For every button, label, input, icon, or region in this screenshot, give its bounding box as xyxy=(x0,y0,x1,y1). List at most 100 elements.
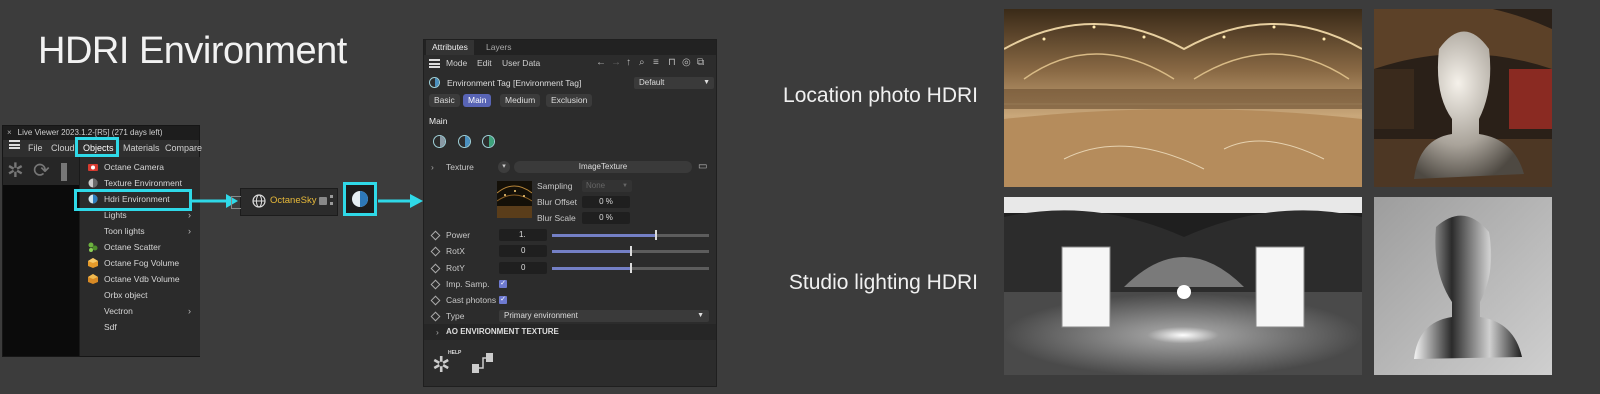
roty-row: RotY 0 xyxy=(424,260,716,276)
power-slider-knob[interactable] xyxy=(654,230,657,240)
refresh-icon[interactable]: ⟳ xyxy=(33,161,53,181)
subtab-bar: Basic Main Medium Exclusion xyxy=(424,94,716,110)
cast-photons-checkbox[interactable]: ✓ xyxy=(499,296,507,304)
keyframe-diamond-icon[interactable] xyxy=(430,295,441,306)
octane-logo-icon[interactable]: ✲ xyxy=(7,161,27,181)
hamburger-menu-icon[interactable] xyxy=(429,59,440,68)
subtab-basic[interactable]: Basic xyxy=(429,94,460,107)
target-icon[interactable]: ◎ xyxy=(682,55,691,71)
imp-samp-row: Imp. Samp. ✓ xyxy=(424,276,716,292)
chevron-down-icon: ▼ xyxy=(697,312,704,319)
chevron-right-icon: › xyxy=(188,226,191,236)
vdb-volume-icon xyxy=(88,274,98,284)
objects-menu-highlight xyxy=(75,137,119,157)
type-select[interactable]: Primary environment ▼ xyxy=(499,310,709,322)
menu-edit[interactable]: Edit xyxy=(477,55,492,71)
caption-studio-hdri: Studio lighting HDRI xyxy=(788,271,978,294)
ao-environment-section[interactable]: › AO ENVIRONMENT TEXTURE xyxy=(424,324,716,340)
location-hdri-image xyxy=(1004,9,1362,187)
menu-item-toon-lights[interactable]: Toon lights › xyxy=(80,223,197,239)
preset-select[interactable]: Default ▼ xyxy=(634,77,714,89)
roty-slider-knob[interactable] xyxy=(629,263,632,273)
menu-item-sdf[interactable]: Sdf xyxy=(80,319,197,335)
texture-value[interactable]: ImageTexture xyxy=(514,161,692,173)
attributes-menubar: Mode Edit User Data ← → ↑ ⌕ ≡ ⊓ ◎ ⧉ xyxy=(424,55,716,71)
texture-menu-button[interactable]: ▾ xyxy=(498,161,510,173)
imp-samp-checkbox[interactable]: ✓ xyxy=(499,280,507,288)
new-window-icon[interactable]: ⧉ xyxy=(697,55,704,71)
environment-tag-icon xyxy=(429,77,440,88)
hdri-environment-icon[interactable] xyxy=(458,135,471,148)
search-icon[interactable]: ⌕ xyxy=(639,55,645,71)
keyframe-diamond-icon[interactable] xyxy=(430,311,441,322)
keyframe-diamond-icon[interactable] xyxy=(430,246,441,257)
rotx-slider-fill xyxy=(552,250,631,253)
keyframe-diamond-icon[interactable] xyxy=(430,279,441,290)
back-arrow-icon[interactable]: ← xyxy=(596,55,606,71)
node-check-icon[interactable] xyxy=(319,197,327,205)
menu-cloud[interactable]: Cloud xyxy=(51,140,75,157)
octane-logo-icon: ✲ xyxy=(432,352,451,377)
filter-icon[interactable]: ≡ xyxy=(653,55,659,71)
environment-icon-row xyxy=(424,133,716,151)
chevron-right-icon: › xyxy=(188,306,191,316)
node-graph-icon[interactable] xyxy=(471,352,495,374)
blur-scale-row: Blur Scale 0 % xyxy=(424,210,716,226)
node-dot-icon xyxy=(330,202,333,205)
menu-compare[interactable]: Compare xyxy=(165,140,202,157)
blur-scale-field[interactable]: 0 % xyxy=(582,212,630,224)
rotx-slider-knob[interactable] xyxy=(629,246,632,256)
render-viewport xyxy=(3,185,79,356)
subtab-main[interactable]: Main xyxy=(463,94,492,107)
tab-layers[interactable]: Layers xyxy=(480,40,518,55)
menu-item-orbx-object[interactable]: Orbx object xyxy=(80,287,197,303)
close-icon[interactable]: × xyxy=(7,128,12,137)
menu-item-octane-vdb-volume[interactable]: Octane Vdb Volume xyxy=(80,271,197,287)
node-dot-icon xyxy=(330,195,333,198)
pause-icon[interactable] xyxy=(61,163,67,181)
studio-hdri-panorama xyxy=(1004,197,1362,375)
lock-icon[interactable]: ⊓ xyxy=(668,55,676,71)
keyframe-diamond-icon[interactable] xyxy=(430,230,441,241)
up-arrow-icon[interactable]: ↑ xyxy=(626,55,631,71)
blur-offset-field[interactable]: 0 % xyxy=(582,196,630,208)
hdri-environment-highlight xyxy=(74,189,192,211)
roty-field[interactable]: 0 xyxy=(499,262,547,274)
rotx-field[interactable]: 0 xyxy=(499,245,547,257)
keyframe-diamond-icon[interactable] xyxy=(430,263,441,274)
roty-slider-fill xyxy=(552,267,631,270)
menu-item-vectron[interactable]: Vectron › xyxy=(80,303,197,319)
visible-environment-icon[interactable] xyxy=(482,135,495,148)
sampling-row: Sampling None ▼ xyxy=(424,178,716,194)
subtab-medium[interactable]: Medium xyxy=(500,94,541,107)
menu-item-octane-scatter[interactable]: Octane Scatter xyxy=(80,239,197,255)
menu-file[interactable]: File xyxy=(28,140,43,157)
forward-arrow-icon[interactable]: → xyxy=(611,55,621,71)
menu-materials[interactable]: Materials xyxy=(123,140,160,157)
chevron-down-icon: ▼ xyxy=(622,183,628,189)
menu-user-data[interactable]: User Data xyxy=(502,55,540,71)
environment-icon[interactable] xyxy=(433,135,446,148)
tag-title-row: Environment Tag [Environment Tag] Defaul… xyxy=(424,75,716,91)
power-field[interactable]: 1. xyxy=(499,229,547,241)
octanesky-node[interactable]: OctaneSky xyxy=(240,188,338,216)
menu-mode[interactable]: Mode xyxy=(446,55,467,71)
chevron-right-icon: › xyxy=(436,327,439,337)
caption-location-hdri: Location photo HDRI xyxy=(783,84,978,107)
chevron-right-icon[interactable]: › xyxy=(431,159,434,175)
subtab-exclusion[interactable]: Exclusion xyxy=(546,94,593,107)
hamburger-menu-icon[interactable] xyxy=(9,140,20,149)
menu-item-octane-fog-volume[interactable]: Octane Fog Volume xyxy=(80,255,197,271)
fog-volume-icon xyxy=(88,258,98,268)
menu-item-octane-camera[interactable]: Octane Camera xyxy=(80,159,197,175)
folder-icon[interactable]: ▭ xyxy=(698,159,707,175)
help-octane-icon[interactable]: ✲ HELP xyxy=(432,350,461,377)
cast-photons-row: Cast photons ✓ xyxy=(424,292,716,308)
live-viewer-title: Live Viewer 2023.1.2-[R5] (271 days left… xyxy=(17,128,163,137)
location-lit-bust xyxy=(1374,9,1552,187)
rotx-row: RotX 0 xyxy=(424,243,716,259)
node-bracket xyxy=(231,196,241,209)
sampling-select[interactable]: None ▼ xyxy=(582,180,632,192)
blur-offset-row: Blur Offset 0 % xyxy=(424,194,716,210)
tab-attributes[interactable]: Attributes xyxy=(426,40,474,55)
